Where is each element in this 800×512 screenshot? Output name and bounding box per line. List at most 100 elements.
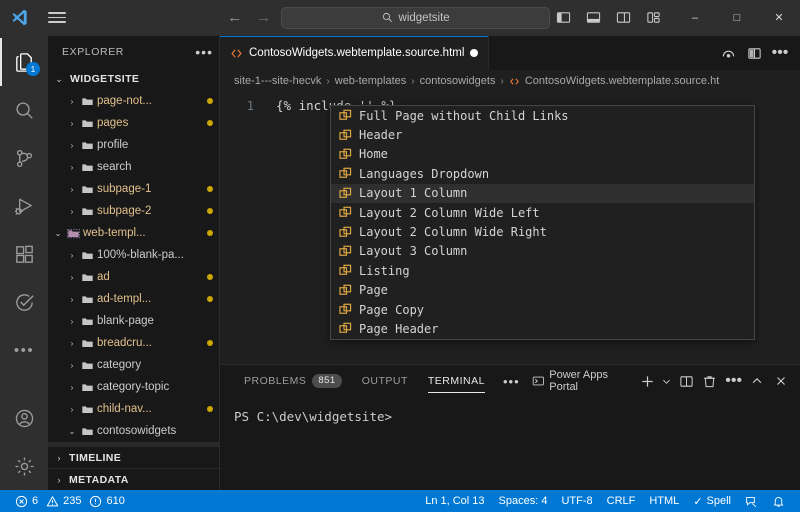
tree-folder-item[interactable]: › 100%-blank-pa... [48,244,219,266]
tree-folder-item[interactable]: ⌄ web-templ... [48,222,219,244]
tree-folder-item[interactable]: › category-topic [48,376,219,398]
maximize-panel-icon[interactable] [747,369,769,393]
tree-folder-item[interactable]: ⌄ contosowidgets [48,420,219,442]
chevron-right-icon[interactable]: › [66,207,78,216]
sidebar-section-metadata[interactable]: › METADATA [48,468,219,490]
chevron-right-icon[interactable]: › [66,97,78,106]
workspace-section-header[interactable]: ⌄ WIDGETSITE [48,68,219,90]
panel-tab-problems[interactable]: PROBLEMS 851 [234,365,352,397]
chevron-right-icon[interactable]: › [66,251,78,260]
chevron-right-icon[interactable]: › [66,383,78,392]
toggle-secondary-sidebar-icon[interactable] [610,5,636,31]
chevron-right-icon[interactable]: › [66,405,78,414]
breadcrumb-item[interactable]: web-templates [335,75,407,87]
panel-more-tabs-icon[interactable]: ••• [495,374,528,389]
tree-folder-item[interactable]: › blank-page [48,310,219,332]
activity-item-accounts[interactable] [0,394,48,442]
status-feedback-button[interactable] [738,490,765,512]
activity-item-explorer[interactable]: 1 [0,38,48,86]
status-notifications-button[interactable] [765,490,792,512]
suggestion-item[interactable]: Layout 2 Column Wide Right [331,222,754,241]
go-forward-button[interactable]: → [256,10,271,25]
main-menu-button[interactable] [39,9,75,27]
status-editor-encoding[interactable]: UTF-8 [554,490,599,512]
chevron-right-icon[interactable]: › [66,141,78,150]
chevron-right-icon[interactable]: › [66,119,78,128]
more-actions-icon[interactable]: ••• [768,41,792,65]
split-editor-icon[interactable] [742,41,766,65]
go-back-button[interactable]: ← [227,10,242,25]
activity-item-source-control[interactable] [0,134,48,182]
autocomplete-suggestion-list[interactable]: Full Page without Child Links Header Home L… [330,105,755,340]
tree-folder-item[interactable]: › profile [48,134,219,156]
suggestion-item[interactable]: Full Page without Child Links [331,106,754,125]
open-preview-icon[interactable] [716,41,740,65]
suggestion-item[interactable]: Page [331,281,754,300]
chevron-down-icon[interactable]: ⌄ [52,229,64,238]
active-terminal-entry[interactable]: Power Apps Portal [528,369,635,393]
activity-item-run-and-debug[interactable] [0,182,48,230]
suggestion-item[interactable]: Layout 2 Column Wide Left [331,203,754,222]
split-terminal-icon[interactable] [675,369,697,393]
panel-tab-terminal[interactable]: TERMINAL [418,365,495,397]
chevron-right-icon[interactable]: › [66,273,78,282]
code-editor[interactable]: 1 {% include '' %} Full Page without Chi… [220,92,800,364]
breadcrumb-item[interactable]: contosowidgets [420,75,496,87]
tree-folder-item[interactable]: › child-nav... [48,398,219,420]
tree-folder-item[interactable]: › ad [48,266,219,288]
tree-folder-item[interactable]: › search [48,156,219,178]
editor-tab-contosowidgets[interactable]: ContosoWidgets.webtemplate.source.html [220,36,490,70]
tree-folder-item[interactable]: › ad-templ... [48,288,219,310]
status-editor-eol[interactable]: CRLF [600,490,643,512]
toggle-panel-icon[interactable] [580,5,606,31]
chevron-down-icon[interactable]: ⌄ [66,427,78,436]
activity-item-additional-views[interactable]: ••• [0,326,48,374]
status-editor-indentation[interactable]: Spaces: 4 [492,490,555,512]
suggestion-item[interactable]: Listing [331,261,754,280]
close-window-button[interactable]: ✕ [758,0,800,36]
file-tree[interactable]: › page-not... › pages › profile › search › subpag… [48,90,219,446]
customize-layout-icon[interactable] [640,5,666,31]
chevron-right-icon[interactable]: › [66,295,78,304]
breadcrumb-item[interactable]: site-1---site-hecvk [234,75,321,87]
chevron-right-icon[interactable]: › [66,339,78,348]
unsaved-indicator-icon[interactable] [470,49,479,57]
minimize-window-button[interactable]: – [674,0,716,36]
chevron-right-icon[interactable]: › [66,361,78,370]
sidebar-more-actions-icon[interactable]: ••• [195,44,213,60]
terminal-dropdown-icon[interactable] [661,369,674,393]
activity-item-search[interactable] [0,86,48,134]
status-spell-checker[interactable]: ✓ Spell [686,490,738,512]
panel-tab-output[interactable]: OUTPUT [352,365,418,397]
breadcrumb[interactable]: site-1---site-hecvk › web-templates › contos… [220,70,800,92]
close-panel-icon[interactable] [770,369,792,393]
suggestion-item[interactable]: Page Copy [331,300,754,319]
breadcrumb-item[interactable]: ContosoWidgets.webtemplate.source.ht [525,75,719,87]
terminal-output[interactable]: PS C:\dev\widgetsite> [220,397,800,490]
suggestion-item[interactable]: Home [331,145,754,164]
tree-folder-item[interactable]: › pages [48,112,219,134]
suggestion-item[interactable]: Languages Dropdown [331,164,754,183]
suggestion-item[interactable]: Layout 3 Column [331,242,754,261]
tree-folder-item[interactable]: › page-not... [48,90,219,112]
tree-file-item[interactable]: ContosoWidg [48,442,219,446]
tree-folder-item[interactable]: › breadcru... [48,332,219,354]
activity-item-extensions[interactable] [0,230,48,278]
sidebar-section-timeline[interactable]: › TIMELINE [48,446,219,468]
chevron-right-icon[interactable]: › [66,185,78,194]
search-input[interactable]: widgetsite [281,6,550,29]
activity-item-manage-settings[interactable] [0,442,48,490]
maximize-window-button[interactable]: □ [716,0,758,36]
status-problems[interactable]: 6 235 610 [8,490,132,512]
tree-folder-item[interactable]: › category [48,354,219,376]
activity-item-testing[interactable] [0,278,48,326]
kill-terminal-icon[interactable] [699,369,721,393]
suggestion-item[interactable]: Page Header [331,319,754,338]
status-editor-language[interactable]: HTML [642,490,686,512]
suggestion-item[interactable]: Header [331,125,754,144]
tree-folder-item[interactable]: › subpage-2 [48,200,219,222]
toggle-primary-sidebar-icon[interactable] [550,5,576,31]
status-editor-position[interactable]: Ln 1, Col 13 [418,490,491,512]
chevron-right-icon[interactable]: › [66,317,78,326]
suggestion-item[interactable]: Layout 1 Column [331,183,754,203]
